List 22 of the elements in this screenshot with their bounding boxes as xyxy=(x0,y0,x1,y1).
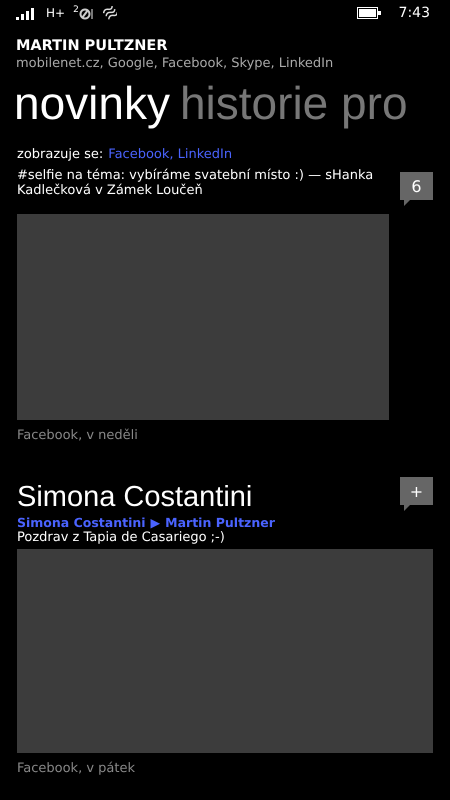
filter-link[interactable]: Facebook, LinkedIn xyxy=(108,147,232,162)
author-link[interactable]: Simona Costantini xyxy=(17,515,146,530)
post-source: Facebook, v pátek xyxy=(17,761,136,776)
wave-icon xyxy=(102,5,117,21)
pivot-tab[interactable]: novinky xyxy=(14,71,170,135)
post-author: Simona Costantini xyxy=(17,480,254,515)
post-text: Pozdrav z Tapia de Casariego ;-) xyxy=(17,530,226,545)
no-signal-icon xyxy=(78,6,95,20)
filter-label: zobrazuje se: xyxy=(17,147,104,162)
clock: 7:43 xyxy=(398,5,430,21)
arrow-glyph: ▶ xyxy=(150,515,160,530)
comment-button[interactable]: + xyxy=(400,477,433,511)
accounts-list: mobilenet.cz, Google, Facebook, Skype, LinkedIn xyxy=(16,56,450,71)
profile-name: MARTIN PULTZNER xyxy=(16,38,168,54)
recipient-link[interactable]: Martin Pultzner xyxy=(165,515,275,530)
post-source: Facebook, v neděli xyxy=(17,428,139,443)
battery-icon xyxy=(356,7,381,19)
sim-number: 2 xyxy=(73,5,79,15)
network-type: H+ xyxy=(46,6,66,20)
post-text: #selfie na téma: vybíráme svatební místo :) — sHanka Kadlečková v Zámek Loučeň xyxy=(17,168,374,198)
pivot-tab[interactable]: historie pro xyxy=(180,71,408,135)
comment-button[interactable]: 6 xyxy=(400,172,433,206)
